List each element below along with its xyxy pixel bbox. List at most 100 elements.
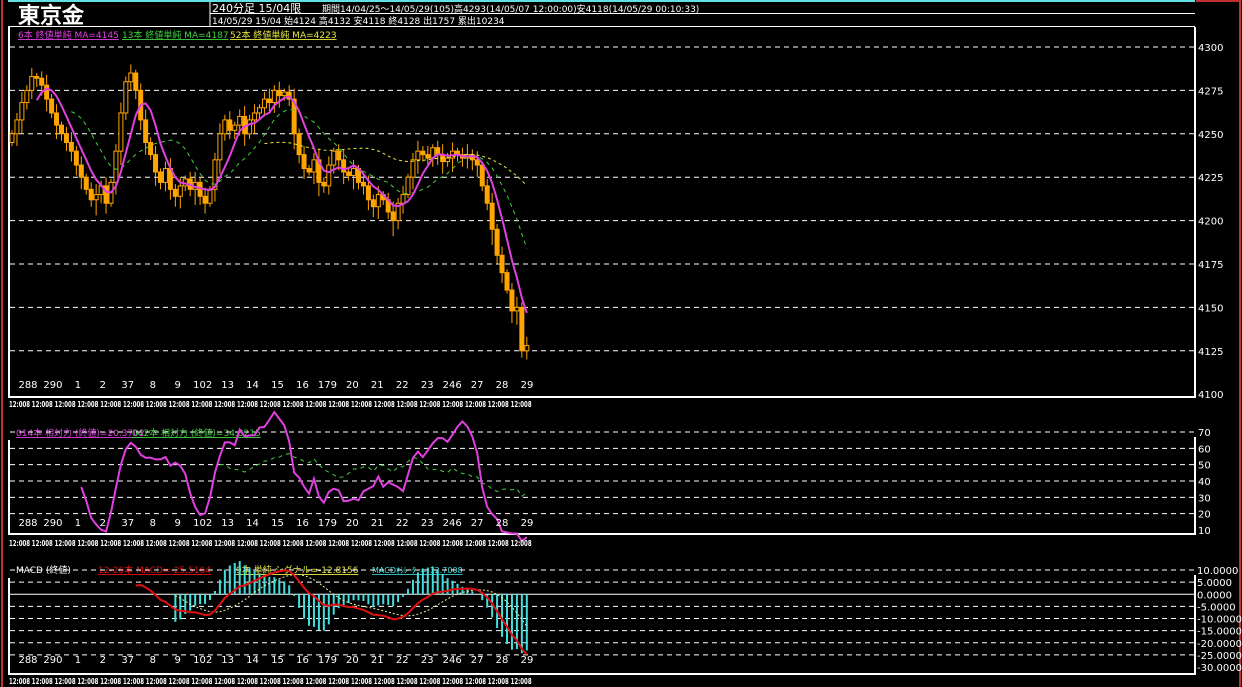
time-label: 12:008 [214, 539, 235, 548]
day-label: 28 [496, 518, 509, 529]
candle-body [113, 150, 119, 183]
day-label: 37 [121, 518, 134, 529]
price-tick-label: 4125 [1198, 347, 1223, 358]
candle-body [524, 345, 530, 352]
day-label: 290 [43, 655, 62, 666]
time-label: 12:008 [32, 400, 53, 409]
day-label: 8 [150, 518, 156, 529]
candle-body [14, 119, 20, 135]
candle-body [514, 306, 520, 312]
day-label: 29 [521, 518, 534, 529]
time-label: 12:008 [465, 539, 486, 548]
time-label: 12:008 [55, 400, 76, 409]
day-label: 246 [443, 655, 462, 666]
time-label: 12:008 [260, 539, 281, 548]
symbol-title: 東京金 [18, 3, 85, 29]
time-label: 12:008 [100, 539, 121, 548]
price-series [9, 64, 530, 360]
time-label: 12:008 [397, 677, 418, 686]
candle-body [405, 176, 411, 196]
day-label: 20 [346, 655, 359, 666]
time-label: 12:008 [488, 539, 509, 548]
day-label: 37 [121, 380, 134, 391]
day-label: 9 [175, 380, 181, 391]
day-label: 27 [471, 518, 484, 529]
candle-body [133, 72, 139, 91]
timeframe-label: 240分足 15/04限 [212, 2, 301, 15]
candle-body [59, 124, 64, 135]
candle-body [24, 89, 30, 104]
time-label: 12:008 [77, 539, 98, 548]
candle-body [118, 112, 124, 152]
day-label: 23 [421, 380, 434, 391]
macd-tick-label: -20.0000 [1197, 639, 1242, 650]
day-label: 16 [296, 655, 309, 666]
day-label: 179 [318, 518, 337, 529]
candle-body [271, 89, 277, 104]
macd-tick-label: 10.0000 [1197, 566, 1238, 577]
time-label: 12:008 [351, 677, 372, 686]
price-tick-label: 4175 [1198, 260, 1223, 271]
day-label: 16 [296, 518, 309, 529]
candle-body [519, 306, 525, 352]
time-label: 12:008 [169, 539, 190, 548]
day-label: 15 [271, 518, 284, 529]
day-label: 22 [396, 518, 409, 529]
day-label: 28 [496, 380, 509, 391]
candle-body [19, 102, 25, 121]
time-label: 12:008 [146, 539, 167, 548]
day-label: 9 [175, 655, 181, 666]
candle-body [261, 98, 267, 109]
candle-body [306, 168, 312, 173]
day-label: 179 [318, 655, 337, 666]
time-label: 12:008 [305, 677, 326, 686]
time-label: 12:008 [55, 539, 76, 548]
time-label: 12:008 [100, 400, 121, 409]
day-label: 8 [150, 380, 156, 391]
candle-body [474, 159, 480, 166]
day-label: 8 [150, 655, 156, 666]
day-label: 288 [18, 518, 37, 529]
candle-body [153, 154, 159, 173]
price-tick-label: 4275 [1198, 86, 1223, 97]
time-label: 12:008 [169, 677, 190, 686]
candle-body [54, 112, 60, 126]
day-label: 2 [100, 655, 106, 666]
price-tick-label: 4100 [1198, 390, 1223, 401]
candle-body [346, 171, 352, 176]
time-label: 12:008 [191, 400, 212, 409]
legend-ma13: 13本 終値単純 MA=4187 [122, 29, 229, 41]
day-label: 29 [521, 655, 534, 666]
day-label: 23 [421, 655, 434, 666]
candle-body [257, 107, 262, 114]
legend-ma52: 52本 終値単純 MA=4223 [230, 29, 337, 41]
time-label: 12:008 [9, 539, 30, 548]
time-label: 12:008 [146, 677, 167, 686]
time-label: 12:008 [465, 677, 486, 686]
day-label: 20 [346, 380, 359, 391]
macd-tick-label: 0.0000 [1197, 590, 1232, 601]
candle-body [484, 185, 490, 204]
candle-body [266, 98, 272, 104]
day-label: 102 [193, 518, 212, 529]
time-label: 12:008 [442, 539, 463, 548]
day-label: 23 [421, 518, 434, 529]
candle-body [158, 171, 163, 183]
day-label: 29 [521, 380, 534, 391]
day-label: 27 [471, 655, 484, 666]
day-label: 21 [371, 380, 384, 391]
time-label: 12:008 [32, 539, 53, 548]
candle-body [217, 133, 223, 161]
candle-body [370, 199, 376, 208]
gridlines [10, 46, 1194, 656]
time-label: 12:008 [374, 677, 395, 686]
price-tick-label: 4200 [1198, 217, 1223, 228]
rsi-tick-label: 20 [1198, 510, 1211, 521]
day-label: 2 [100, 380, 106, 391]
candle-body [177, 185, 183, 197]
candle-body [73, 150, 79, 166]
rsi-tick-label: 40 [1198, 477, 1211, 488]
candle-body [489, 202, 495, 230]
candle-body [63, 133, 69, 143]
time-label: 12:008 [283, 677, 304, 686]
